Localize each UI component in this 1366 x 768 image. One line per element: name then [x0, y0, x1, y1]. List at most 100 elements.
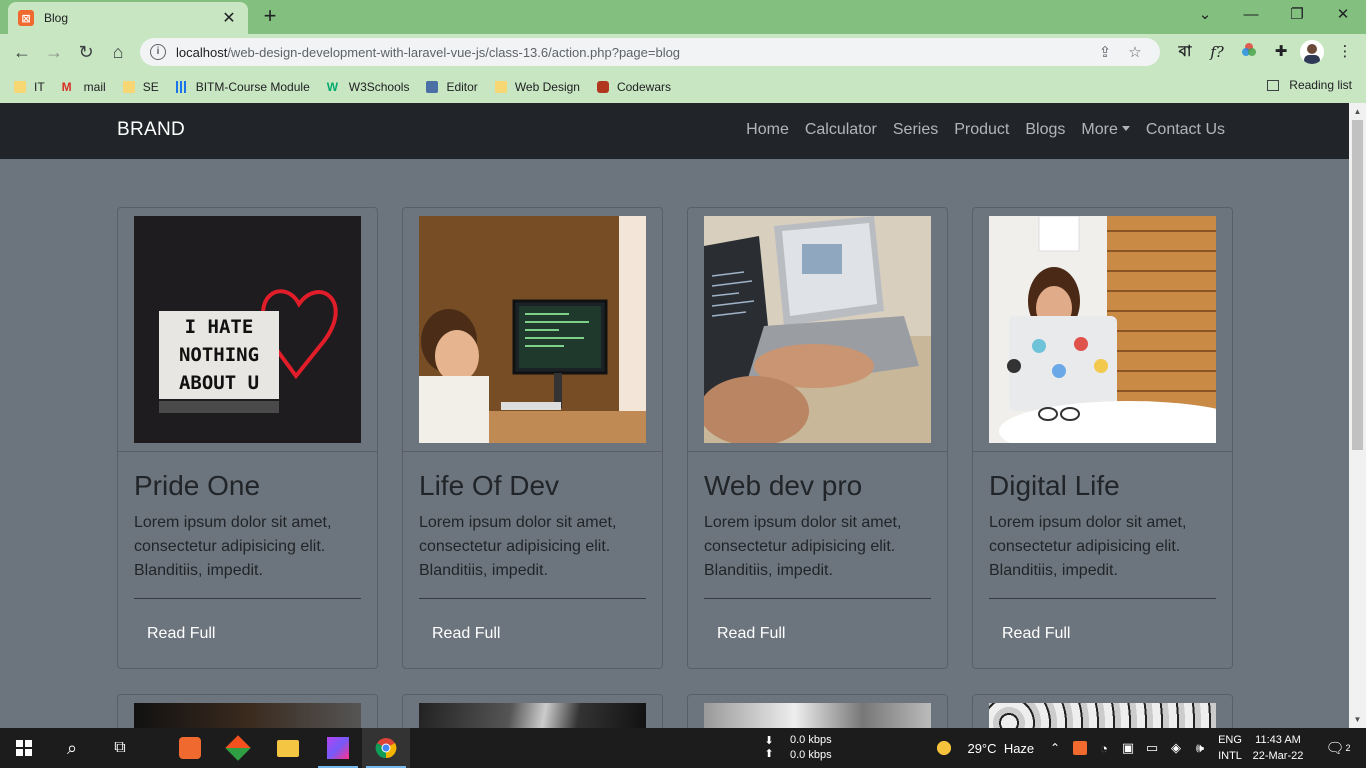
- chrome-app-icon[interactable]: [362, 728, 410, 768]
- notification-count: 2: [1345, 743, 1351, 753]
- reading-list-button[interactable]: Reading list: [1267, 78, 1352, 92]
- tab-search-icon[interactable]: ⌄: [1182, 4, 1228, 28]
- nav-home[interactable]: Home: [746, 121, 789, 139]
- language-indicator[interactable]: ENG INTL: [1212, 728, 1248, 768]
- image-text-line: I HATE: [184, 316, 254, 338]
- weather-condition[interactable]: Haze: [1000, 728, 1038, 768]
- xampp-favicon-icon: ⊠: [18, 10, 34, 26]
- codewars-icon: [596, 80, 609, 93]
- file-explorer-icon[interactable]: [264, 728, 312, 768]
- nav-contact[interactable]: Contact Us: [1146, 121, 1225, 139]
- wifi-icon[interactable]: ◔: [1094, 728, 1114, 768]
- close-window-button[interactable]: ✕: [1320, 4, 1366, 28]
- address-bar[interactable]: i localhost/web-design-development-with-…: [140, 38, 1160, 66]
- back-icon[interactable]: ←: [10, 40, 34, 64]
- browser-tab[interactable]: ⊠ Blog ✕: [8, 2, 248, 34]
- nav-more-dropdown[interactable]: More: [1081, 121, 1130, 139]
- restore-button[interactable]: ❐: [1274, 4, 1320, 28]
- profile-avatar[interactable]: [1300, 40, 1324, 64]
- menu-kebab-icon[interactable]: ⋮: [1334, 42, 1356, 62]
- read-full-button[interactable]: Read Full: [717, 625, 785, 643]
- meet-now-icon[interactable]: ▣: [1118, 728, 1138, 768]
- read-full-button[interactable]: Read Full: [1002, 625, 1070, 643]
- card-title: Web dev pro: [704, 470, 863, 501]
- language-primary: ENG: [1218, 734, 1242, 746]
- bitm-icon: [175, 80, 188, 93]
- blog-card: Life Of Dev Lorem ipsum dolor sit amet, …: [402, 207, 663, 669]
- bookmark-it[interactable]: IT: [14, 80, 45, 94]
- bangla-extension-icon[interactable]: বা: [1174, 42, 1196, 62]
- card-image: [419, 216, 646, 443]
- divider: [704, 598, 931, 599]
- bookmark-web-design[interactable]: Web Design: [494, 80, 580, 94]
- url-text[interactable]: localhost/web-design-development-with-la…: [176, 45, 1090, 60]
- brand-logo[interactable]: BRAND: [117, 119, 185, 141]
- clock[interactable]: 11:43 AM 22-Mar-22: [1250, 728, 1306, 768]
- scroll-down-arrow-icon[interactable]: ▼: [1349, 711, 1366, 728]
- minimize-button[interactable]: —: [1228, 4, 1274, 28]
- divider: [688, 451, 947, 452]
- divider: [134, 598, 361, 599]
- xampp-tray-icon[interactable]: [1070, 728, 1090, 768]
- weather-haze-icon[interactable]: [932, 728, 956, 768]
- blog-card: I HATE NOTHING ABOUT U Pride One Lorem i…: [117, 207, 378, 669]
- divider: [403, 451, 662, 452]
- tab-strip: ⊠ Blog ✕ + ⌄ — ❐ ✕: [0, 0, 1366, 34]
- card-text: Lorem ipsum dolor sit amet, consectetur …: [989, 514, 1187, 579]
- card-title: Life Of Dev: [419, 470, 560, 501]
- color-picker-extension-icon[interactable]: [1238, 42, 1260, 62]
- card-image: [989, 703, 1216, 729]
- divider: [419, 598, 646, 599]
- bookmark-bitm[interactable]: BITM-Course Module: [175, 80, 310, 94]
- image-text-line: ABOUT U: [178, 372, 260, 394]
- windows-start-icon[interactable]: [0, 728, 48, 768]
- forward-icon[interactable]: →: [42, 40, 66, 64]
- formula-extension-icon[interactable]: f?: [1206, 42, 1228, 62]
- task-view-icon[interactable]: ⧉: [96, 728, 144, 768]
- scroll-up-arrow-icon[interactable]: ▲: [1349, 103, 1366, 120]
- card-title: Digital Life: [989, 470, 1120, 501]
- notifications-icon[interactable]: 🗨 2: [1318, 728, 1358, 768]
- gmail-icon: M: [61, 79, 72, 94]
- new-tab-button[interactable]: +: [258, 5, 282, 29]
- bookmark-codewars[interactable]: Codewars: [596, 80, 671, 94]
- phpstorm-app-icon[interactable]: [314, 728, 362, 768]
- bookmark-mail[interactable]: Mmail: [62, 80, 106, 94]
- windows-taskbar: ⌕ ⧉ ⬇ ⬆ 0.0 kbps 0.0 kbps 29°C Haze ⌃ ◔ ▣…: [0, 728, 1366, 768]
- reload-icon[interactable]: ↻: [74, 40, 98, 64]
- xampp-app-icon[interactable]: [166, 728, 214, 768]
- bookmarks-bar: IT Mmail SE BITM-Course Module W W3School…: [0, 70, 1366, 103]
- bookmark-w3schools[interactable]: W W3Schools: [327, 80, 410, 94]
- close-tab-icon[interactable]: ✕: [220, 8, 238, 28]
- temperature[interactable]: 29°C: [962, 728, 1002, 768]
- site-info-icon[interactable]: i: [150, 44, 166, 60]
- image-text-line: NOTHING: [178, 344, 260, 366]
- nav-blogs[interactable]: Blogs: [1025, 121, 1065, 139]
- bookmark-star-icon[interactable]: ☆: [1120, 43, 1150, 61]
- blog-card: Digital Life Lorem ipsum dolor sit amet,…: [972, 207, 1233, 669]
- home-icon[interactable]: ⌂: [106, 40, 130, 64]
- extensions-puzzle-icon[interactable]: ✚: [1270, 42, 1292, 62]
- security-shield-icon[interactable]: ◈: [1166, 728, 1186, 768]
- nav-calculator[interactable]: Calculator: [805, 121, 877, 139]
- card-text: Lorem ipsum dolor sit amet, consectetur …: [134, 514, 332, 579]
- nav-series[interactable]: Series: [893, 121, 938, 139]
- show-hidden-icons-chevron-icon[interactable]: ⌃: [1046, 728, 1064, 768]
- git-app-icon[interactable]: [214, 728, 262, 768]
- card-image: [704, 216, 931, 443]
- bookmark-editor[interactable]: Editor: [426, 80, 478, 94]
- battery-icon[interactable]: ▭: [1142, 728, 1162, 768]
- folder-icon: [122, 80, 135, 93]
- read-full-button[interactable]: Read Full: [432, 625, 500, 643]
- page-scrollbar[interactable]: ▲ ▼: [1349, 103, 1366, 728]
- divider: [973, 451, 1232, 452]
- w3schools-icon: W: [326, 79, 339, 94]
- volume-icon[interactable]: 🕪: [1190, 728, 1210, 768]
- read-full-button[interactable]: Read Full: [147, 625, 215, 643]
- editor-icon: [426, 80, 439, 93]
- search-icon[interactable]: ⌕: [48, 728, 96, 768]
- nav-product[interactable]: Product: [954, 121, 1009, 139]
- share-icon[interactable]: ⇪: [1090, 43, 1120, 61]
- scroll-thumb[interactable]: [1352, 120, 1363, 450]
- bookmark-se[interactable]: SE: [122, 80, 159, 94]
